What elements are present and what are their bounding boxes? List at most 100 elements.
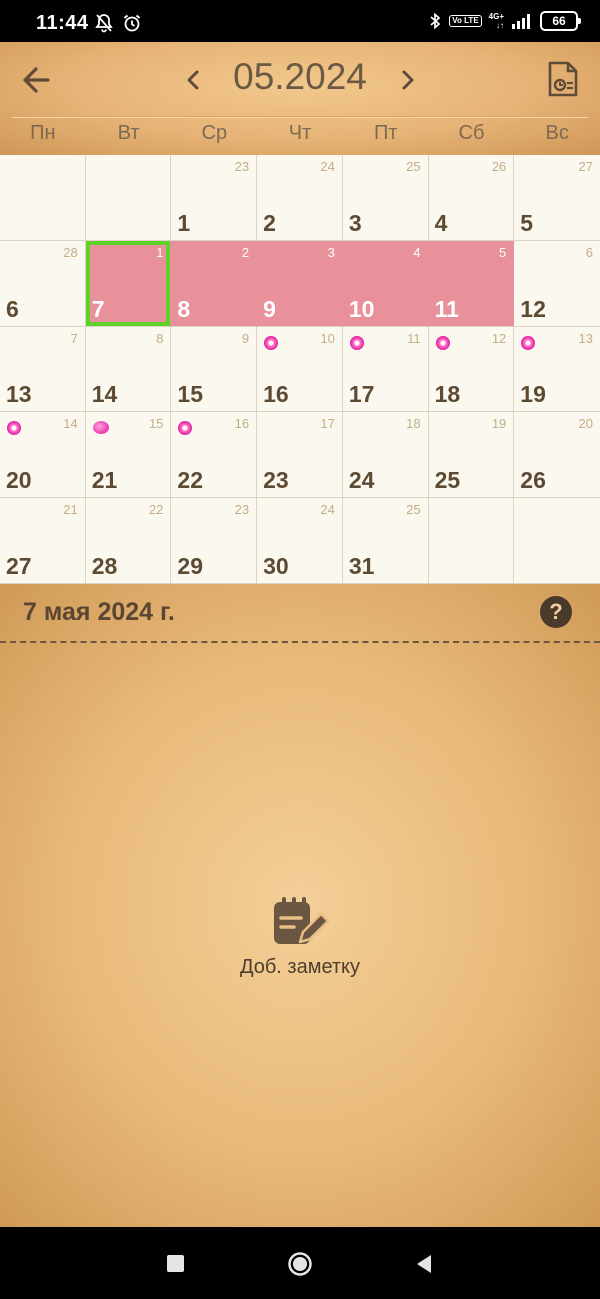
calendar-day-cell[interactable]: 22 28 bbox=[85, 498, 172, 584]
calendar-day-cell[interactable]: 10 16 bbox=[257, 326, 343, 413]
calendar-day-cell[interactable]: 23 1 bbox=[171, 155, 258, 241]
calendar-day-cell[interactable]: 21 27 bbox=[0, 498, 86, 584]
battery-icon: 66 bbox=[540, 11, 581, 31]
calendar-date-number: 12 bbox=[520, 295, 546, 322]
calendar-day-cell[interactable]: 13 19 bbox=[514, 327, 600, 413]
calendar-empty-cell bbox=[85, 155, 172, 241]
calendar-day-cell[interactable]: 7 13 bbox=[0, 326, 86, 413]
calendar-date-number: 26 bbox=[520, 467, 546, 494]
cycle-day-number: 18 bbox=[406, 416, 421, 432]
calendar-date-number: 7 bbox=[91, 295, 105, 322]
calendar-date-number: 10 bbox=[348, 295, 375, 322]
fertile-flower-icon bbox=[349, 335, 364, 350]
network-label: 4G+ bbox=[488, 12, 504, 21]
calendar-date-number: 19 bbox=[520, 381, 546, 408]
calendar-date-number: 15 bbox=[177, 381, 204, 408]
selected-date-bar: 7 мая 2024 г. ? bbox=[0, 584, 600, 641]
calendar-day-cell[interactable]: 23 29 bbox=[171, 498, 258, 584]
fertile-flower-icon bbox=[178, 421, 193, 436]
add-note-button[interactable]: Доб. заметку bbox=[220, 896, 380, 986]
calendar-date-number: 3 bbox=[348, 209, 362, 236]
calendar-day-cell[interactable]: 16 22 bbox=[171, 412, 258, 499]
calendar-date-number: 24 bbox=[348, 467, 375, 494]
calendar-day-cell[interactable]: 15 21 bbox=[85, 412, 172, 499]
cycle-day-number: 17 bbox=[320, 416, 335, 432]
back-triangle-icon[interactable] bbox=[414, 1253, 434, 1275]
calendar-date-number: 5 bbox=[520, 209, 534, 236]
header-divider bbox=[12, 116, 588, 117]
bell-off-icon bbox=[95, 14, 113, 33]
signal-icon bbox=[512, 14, 530, 29]
prev-month-chevron-icon[interactable] bbox=[180, 64, 208, 96]
status-bar: 11:44 Vo LTE 4G+ ↓↑ 66 bbox=[0, 0, 600, 42]
cycle-day-number: 26 bbox=[491, 159, 507, 174]
calendar-date-number: 2 bbox=[263, 209, 276, 236]
calendar-day-cell[interactable]: 11 17 bbox=[342, 326, 429, 413]
add-note-label: Доб. заметку bbox=[239, 956, 361, 978]
calendar-day-cell[interactable]: 9 15 bbox=[171, 326, 258, 413]
calendar-date-number: 11 bbox=[434, 295, 459, 322]
calendar-day-cell[interactable]: 24 2 bbox=[257, 155, 343, 241]
back-arrow-icon[interactable] bbox=[18, 62, 58, 98]
cycle-day-number: 15 bbox=[148, 416, 164, 432]
cycle-day-number: 28 bbox=[63, 244, 78, 260]
cycle-day-number: 25 bbox=[406, 159, 421, 174]
network-type: 4G+ ↓↑ bbox=[489, 12, 504, 30]
cycle-day-number: 7 bbox=[70, 330, 78, 346]
status-left-icons bbox=[94, 13, 142, 33]
fertile-flower-icon bbox=[521, 335, 536, 350]
calendar-day-cell[interactable]: 17 23 bbox=[257, 412, 343, 499]
home-circle-icon[interactable] bbox=[287, 1251, 313, 1277]
fertile-flower-icon bbox=[264, 335, 279, 350]
calendar-date-number: 9 bbox=[263, 295, 276, 322]
calendar-day-cell[interactable]: 24 30 bbox=[257, 498, 343, 584]
cycle-day-number: 3 bbox=[327, 244, 335, 260]
calendar-day-cell[interactable]: 27 5 bbox=[514, 155, 600, 241]
cycle-day-number: 4 bbox=[413, 244, 421, 260]
weekday-label: Пн bbox=[30, 122, 56, 144]
notes-panel: 7 мая 2024 г. ? Доб. заметку bbox=[0, 584, 600, 1227]
calendar-grid: 23 1 24 2 25 3 26 4 27 5 28 6 1 7 2 8 3 9 4 10 5 11 6 12 7 13 8 14 9… bbox=[0, 155, 600, 584]
calendar-day-cell[interactable]: 39 bbox=[257, 240, 343, 327]
weekday-label: Чт bbox=[288, 122, 312, 144]
calendar-day-cell[interactable]: 25 31 bbox=[342, 498, 429, 584]
calendar-empty-cell bbox=[0, 155, 86, 241]
calendar-date-number: 29 bbox=[177, 553, 204, 579]
calendar-day-cell[interactable]: 20 26 bbox=[514, 412, 600, 499]
calendar-day-cell[interactable]: 5 11 bbox=[428, 240, 515, 327]
calendar-day-cell[interactable]: 8 14 bbox=[85, 326, 172, 413]
calendar-day-cell[interactable]: 12 18 bbox=[428, 326, 515, 413]
calendar-day-cell[interactable]: 14 20 bbox=[0, 412, 86, 499]
calendar-day-cell[interactable]: 28 6 bbox=[0, 240, 86, 327]
ovulation-petal-icon bbox=[92, 421, 109, 435]
cycle-day-number: 12 bbox=[491, 330, 507, 346]
cycle-day-number: 19 bbox=[491, 416, 507, 432]
calendar-date-number: 13 bbox=[6, 381, 32, 408]
month-title: 05.2024 bbox=[233, 56, 367, 97]
calendar-day-cell[interactable]: 25 3 bbox=[342, 155, 429, 241]
calendar-day-cell[interactable]: 18 24 bbox=[342, 412, 429, 499]
bluetooth-icon bbox=[430, 12, 441, 30]
report-document-icon[interactable] bbox=[546, 60, 580, 98]
calendar-day-cell[interactable]: 4 10 bbox=[342, 240, 429, 327]
weekday-label: Ср bbox=[201, 122, 228, 144]
cycle-day-number: 20 bbox=[578, 416, 593, 432]
calendar-day-cell[interactable]: 19 25 bbox=[428, 412, 515, 499]
calendar-day-cell[interactable]: 6 12 bbox=[514, 241, 600, 327]
next-month-chevron-icon[interactable] bbox=[393, 64, 421, 96]
calendar-day-cell[interactable]: 26 4 bbox=[428, 155, 515, 241]
cycle-day-number: 2 bbox=[241, 244, 250, 260]
alarm-icon bbox=[123, 14, 141, 32]
system-nav-bar bbox=[0, 1227, 600, 1299]
cycle-day-number: 13 bbox=[578, 330, 593, 346]
recents-square-icon[interactable] bbox=[167, 1255, 184, 1272]
calendar-day-cell[interactable]: 17 bbox=[85, 240, 172, 327]
network-arrows: ↓↑ bbox=[496, 21, 504, 30]
fertile-flower-icon bbox=[7, 421, 21, 436]
cycle-day-number: 5 bbox=[499, 244, 507, 260]
weekday-row: Пн Вт Ср Чт Пт Сб Вс bbox=[0, 122, 600, 150]
cycle-day-number: 6 bbox=[585, 244, 593, 260]
help-icon[interactable]: ? bbox=[540, 596, 572, 628]
calendar-day-cell[interactable]: 28 bbox=[171, 240, 258, 327]
note-edit-icon bbox=[274, 897, 330, 944]
